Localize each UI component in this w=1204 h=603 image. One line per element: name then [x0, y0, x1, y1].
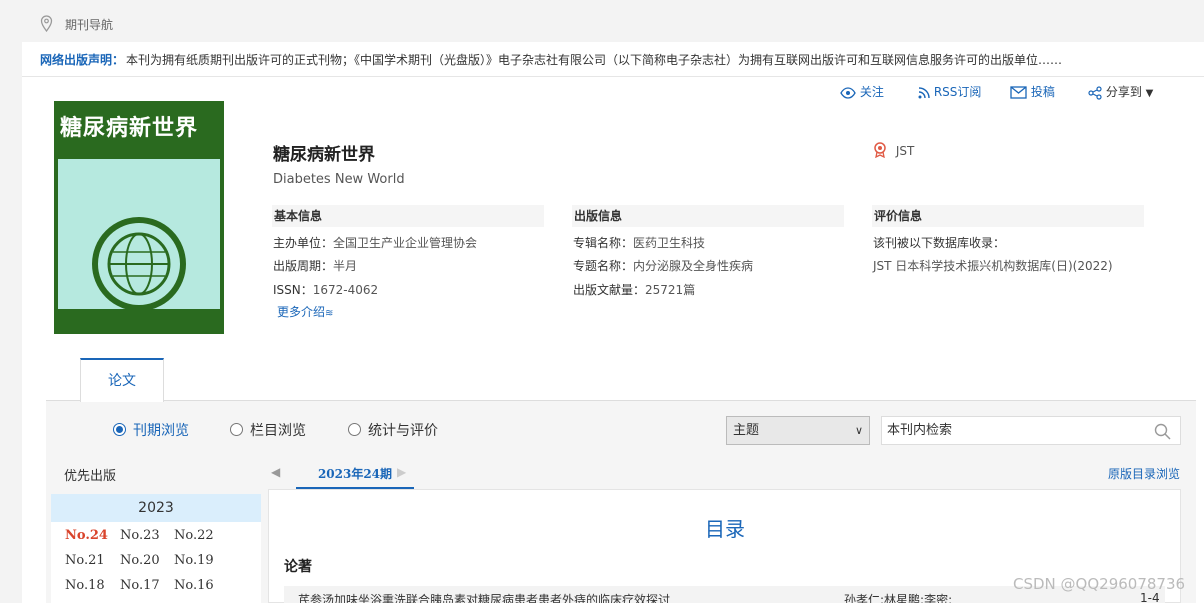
journal-title: 糖尿病新世界: [273, 145, 375, 165]
tab-papers[interactable]: 论文: [80, 358, 164, 402]
radio-stats-eval[interactable]: 统计与评价: [348, 422, 438, 440]
globe-emblem-icon: [92, 217, 186, 311]
issue-item[interactable]: No.17: [120, 578, 160, 593]
search-icon[interactable]: [1154, 423, 1171, 440]
year-header[interactable]: 2023: [51, 494, 261, 522]
cover-body: [58, 159, 220, 311]
original-toc-link[interactable]: 原版目录浏览: [1108, 465, 1180, 482]
eye-icon: [840, 85, 856, 99]
period-row: 出版周期：半月: [273, 259, 358, 273]
radio-dot: [348, 423, 361, 436]
toc-title: 目录: [705, 517, 745, 541]
radio-dot: [230, 423, 243, 436]
breadcrumb[interactable]: 期刊导航: [65, 16, 113, 33]
publication-notice: 网络出版声明： 本刊为拥有纸质期刊出版许可的正式刊物；《中国学术期刊（光盘版）》…: [22, 46, 1204, 77]
caret-down-icon: ▼: [1145, 88, 1154, 99]
issue-item[interactable]: No.21: [65, 553, 105, 568]
search-input[interactable]: 本刊内检索: [881, 416, 1181, 445]
issue-item[interactable]: No.19: [174, 553, 214, 568]
watermark: CSDN @QQ296078736: [1013, 575, 1186, 593]
count-row: 出版文献量：25721篇: [573, 283, 696, 297]
issue-item[interactable]: No.16: [174, 578, 214, 593]
notice-label: 网络出版声明：: [40, 53, 125, 67]
journal-title-en: Diabetes New World: [273, 172, 405, 187]
eval-line2: JST 日本科学技术振兴机构数据库(日)(2022): [873, 259, 1113, 273]
journal-cover[interactable]: 糖尿病新世界: [54, 101, 224, 334]
cover-title: 糖尿病新世界: [60, 116, 199, 141]
follow-label: 关注: [859, 85, 884, 99]
series-row: 专辑名称：医药卫生科技: [573, 236, 706, 250]
double-chevron-down-icon: ≋: [325, 308, 334, 319]
publish-info-heading: 出版信息: [572, 205, 844, 227]
issue-item[interactable]: No.18: [65, 578, 105, 593]
chevron-down-icon: ∨: [854, 424, 863, 437]
radio-issue-browse[interactable]: 刊期浏览: [113, 422, 189, 440]
issue-item[interactable]: No.22: [174, 528, 214, 543]
next-issue-arrow-icon[interactable]: ▶: [397, 465, 406, 479]
rss-label: RSS订阅: [933, 85, 982, 99]
topic-row: 专题名称：内分泌腺及全身性疾病: [573, 259, 754, 273]
basic-info-heading: 基本信息: [272, 205, 544, 227]
eval-info-heading: 评价信息: [872, 205, 1144, 227]
eval-line1: 该刊被以下数据库收录：: [873, 236, 1006, 250]
mail-icon: [1010, 85, 1027, 99]
radio-dot-checked: [113, 423, 126, 436]
article-title-link[interactable]: 芪参汤加味坐浴熏洗联合胰岛素对糖尿病患者患者外痔的临床疗效探讨: [298, 591, 670, 603]
issue-item[interactable]: No.23: [120, 528, 160, 543]
top-bar: [0, 0, 1204, 42]
share-icon: [1088, 85, 1102, 100]
notice-text[interactable]: 本刊为拥有纸质期刊出版许可的正式刊物；《中国学术期刊（光盘版）》电子杂志社有限公…: [126, 46, 1062, 74]
rss-icon: [918, 85, 930, 99]
issue-item[interactable]: No.20: [120, 553, 160, 568]
issn-row: ISSN：1672-4062: [273, 283, 379, 297]
share-button[interactable]: 分享到 ▼: [1088, 84, 1153, 100]
more-intro-link[interactable]: 更多介绍≋: [277, 303, 333, 320]
follow-button[interactable]: 关注: [840, 84, 884, 100]
article-authors: 孙孝仁;林星鹏;李密;: [844, 593, 953, 603]
prev-issue-arrow-icon[interactable]: ◀: [271, 465, 280, 479]
award-ribbon-icon: [873, 142, 887, 159]
jst-badge: JST: [873, 142, 915, 159]
rss-button[interactable]: RSS订阅: [918, 84, 981, 100]
share-label: 分享到: [1105, 85, 1142, 99]
sponsor-row: 主办单位：全国卫生产业企业管理协会: [273, 236, 478, 250]
search-field-select[interactable]: 主题 ∨: [726, 416, 870, 445]
radio-column-browse[interactable]: 栏目浏览: [230, 422, 306, 440]
toc-section-title: 论著: [284, 559, 312, 575]
priority-publish-link[interactable]: 优先出版: [64, 465, 116, 484]
issue-item[interactable]: No.24: [65, 528, 108, 543]
submit-label: 投稿: [1030, 85, 1055, 99]
location-pin-icon: [40, 15, 53, 33]
submit-button[interactable]: 投稿: [1010, 84, 1055, 100]
jst-badge-label: JST: [895, 144, 915, 158]
